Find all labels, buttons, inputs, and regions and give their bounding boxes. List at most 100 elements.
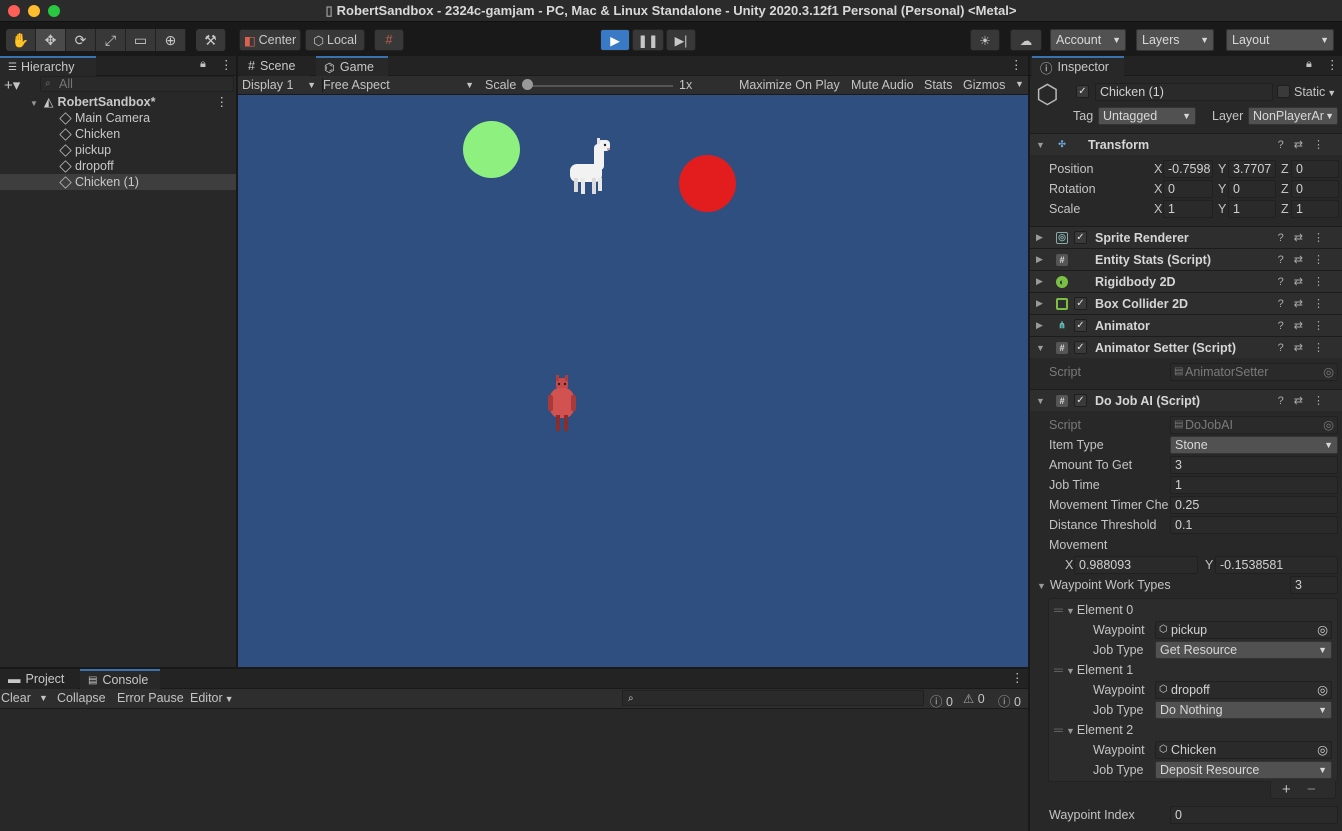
waypoint-work-types-foldout[interactable]: ▼ Waypoint Work Types: [1037, 578, 1171, 592]
movement-y-field[interactable]: -0.1538581: [1215, 556, 1338, 574]
hierarchy-item[interactable]: Chicken: [0, 126, 236, 142]
animator-setter-header[interactable]: ▼ # ✓ Animator Setter (Script) ?⇄⋮: [1030, 336, 1342, 358]
pause-button-icon[interactable]: ❚❚: [632, 29, 664, 51]
rigidbody2d-header[interactable]: ▶ ◐ Rigidbody 2D ?⇄⋮: [1030, 270, 1342, 292]
layer-dropdown[interactable]: NonPlayerAr ▼: [1248, 107, 1338, 125]
element-foldout[interactable]: ▼ Element 1: [1066, 663, 1133, 677]
amount-field[interactable]: 3: [1170, 456, 1338, 474]
tab-inspector[interactable]: ⓘ Inspector: [1032, 56, 1124, 76]
clear-button[interactable]: Clear: [1, 691, 31, 705]
rotation-z-field[interactable]: 0: [1291, 180, 1339, 198]
layers-dropdown[interactable]: Layers ▼: [1136, 29, 1214, 51]
drag-handle-icon[interactable]: ═: [1054, 603, 1063, 617]
transform-tool-icon[interactable]: ⊕: [156, 29, 186, 51]
lock-icon[interactable]: 🔒︎: [200, 58, 206, 71]
display-dropdown[interactable]: Display 1 ▼: [242, 78, 318, 92]
scale-slider-track[interactable]: [527, 85, 673, 87]
rect-tool-icon[interactable]: ▭: [126, 29, 156, 51]
stats-toggle[interactable]: Stats: [924, 78, 953, 92]
rotate-tool-icon[interactable]: ⟳: [66, 29, 96, 51]
item-type-dropdown[interactable]: Stone ▼: [1170, 436, 1338, 454]
object-name-field[interactable]: Chicken (1): [1095, 83, 1273, 101]
scale-y-field[interactable]: 1: [1228, 200, 1276, 218]
movement-timer-field[interactable]: 0.25: [1170, 496, 1338, 514]
add-button[interactable]: +▾: [4, 76, 20, 94]
error-pause-toggle[interactable]: Error Pause: [117, 691, 184, 705]
pivot-local-button[interactable]: ⬡ Local: [305, 29, 365, 51]
game-menu-icon[interactable]: ⋮: [1010, 57, 1023, 72]
error-count-toggle[interactable]: ⓘ 0: [998, 691, 1021, 710]
grid-snap-icon[interactable]: #: [374, 29, 404, 51]
tab-scene[interactable]: # Scene: [240, 56, 310, 76]
position-y-field[interactable]: 3.7707: [1228, 160, 1276, 178]
hierarchy-item[interactable]: pickup: [0, 142, 236, 158]
active-checkbox[interactable]: ✓: [1076, 85, 1089, 98]
waypoint-object-field[interactable]: ⬡ dropoff ◎: [1155, 681, 1332, 699]
cloud-icon[interactable]: ☁: [1010, 29, 1042, 51]
job-type-dropdown[interactable]: Deposit Resource ▼: [1155, 761, 1332, 779]
job-type-dropdown[interactable]: Get Resource ▼: [1155, 641, 1332, 659]
transform-component-header[interactable]: ▼ ✣ Transform ?⇄⋮: [1030, 133, 1342, 155]
rotation-x-field[interactable]: 0: [1163, 180, 1213, 198]
tab-console[interactable]: ▤ Console: [80, 669, 160, 689]
waypoint-object-field[interactable]: ⬡ pickup ◎: [1155, 621, 1332, 639]
tab-project[interactable]: ▬ Project: [0, 669, 78, 689]
rotation-y-field[interactable]: 0: [1228, 180, 1276, 198]
collab-icon[interactable]: ☀: [970, 29, 1000, 51]
mute-audio-toggle[interactable]: Mute Audio: [851, 78, 914, 92]
static-checkbox[interactable]: [1277, 85, 1290, 98]
waypoint-object-field[interactable]: ⬡ Chicken ◎: [1155, 741, 1332, 759]
hierarchy-item[interactable]: Main Camera: [0, 110, 236, 126]
hand-tool-icon[interactable]: ✋: [6, 29, 36, 51]
pivot-center-button[interactable]: ◧ Center: [239, 29, 301, 51]
static-dropdown[interactable]: Static ▼: [1294, 85, 1336, 99]
position-z-field[interactable]: 0: [1291, 160, 1339, 178]
scene-row[interactable]: ▼ ◭ RobertSandbox* ⋮: [0, 94, 236, 110]
hierarchy-item[interactable]: dropoff: [0, 158, 236, 174]
job-time-field[interactable]: 1: [1170, 476, 1338, 494]
move-tool-icon[interactable]: ✥: [36, 29, 66, 51]
movement-x-field[interactable]: 0.988093: [1074, 556, 1198, 574]
sprite-renderer-header[interactable]: ▶ ◎ ✓ Sprite Renderer ?⇄⋮: [1030, 226, 1342, 248]
scale-tool-icon[interactable]: ⤢: [96, 29, 126, 51]
step-button-icon[interactable]: ▶|: [666, 29, 696, 51]
scale-z-field[interactable]: 1: [1291, 200, 1339, 218]
lock-icon[interactable]: 🔒︎: [1306, 58, 1312, 71]
console-menu-icon[interactable]: ⋮: [1011, 670, 1024, 685]
aspect-dropdown[interactable]: Free Aspect ▼: [322, 78, 476, 92]
do-job-ai-header[interactable]: ▼ # ✓ Do Job AI (Script) ?⇄⋮: [1030, 389, 1342, 411]
entity-stats-header[interactable]: ▶ # Entity Stats (Script) ?⇄⋮: [1030, 248, 1342, 270]
layout-dropdown[interactable]: Layout ▼: [1226, 29, 1334, 51]
tag-dropdown[interactable]: Untagged ▼: [1098, 107, 1196, 125]
game-canvas[interactable]: [238, 95, 1028, 667]
console-search-input[interactable]: ⌕: [622, 690, 924, 706]
tab-game[interactable]: ⌬ Game: [316, 56, 388, 76]
job-type-dropdown[interactable]: Do Nothing ▼: [1155, 701, 1332, 719]
log-count-toggle[interactable]: ⓘ 0: [930, 691, 953, 710]
chevron-down-icon[interactable]: ▼: [1015, 79, 1024, 89]
hierarchy-item-selected[interactable]: Chicken (1): [0, 174, 236, 190]
menu-icon[interactable]: ⋮: [1326, 57, 1339, 72]
scale-x-field[interactable]: 1: [1163, 200, 1213, 218]
tab-hierarchy[interactable]: ☰ Hierarchy: [0, 56, 96, 76]
drag-handle-icon[interactable]: ═: [1054, 663, 1063, 677]
add-element-button[interactable]: +: [1282, 781, 1291, 798]
editor-dropdown[interactable]: Editor ▼: [190, 691, 234, 705]
animator-header[interactable]: ▶ ⋔ ✓ Animator ?⇄⋮: [1030, 314, 1342, 336]
box-collider2d-header[interactable]: ▶ ✓ Box Collider 2D ?⇄⋮: [1030, 292, 1342, 314]
play-button-icon[interactable]: ▶: [600, 29, 630, 51]
account-dropdown[interactable]: Account ▼: [1050, 29, 1126, 51]
position-x-field[interactable]: -0.7598: [1163, 160, 1213, 178]
array-size-field[interactable]: 3: [1290, 576, 1338, 594]
warning-count-toggle[interactable]: ⚠ 0: [963, 691, 985, 706]
gizmos-toggle[interactable]: Gizmos: [963, 78, 1005, 92]
element-foldout[interactable]: ▼ Element 2: [1066, 723, 1133, 737]
waypoint-index-field[interactable]: 0: [1170, 806, 1338, 824]
maximize-on-play-toggle[interactable]: Maximize On Play: [739, 78, 840, 92]
distance-threshold-field[interactable]: 0.1: [1170, 516, 1338, 534]
drag-handle-icon[interactable]: ═: [1054, 723, 1063, 737]
element-foldout[interactable]: ▼ Element 0: [1066, 603, 1133, 617]
hierarchy-search-input[interactable]: ⌕ All: [40, 76, 234, 92]
collapse-toggle[interactable]: Collapse: [57, 691, 106, 705]
custom-tool-icon[interactable]: ⚒: [196, 29, 226, 51]
